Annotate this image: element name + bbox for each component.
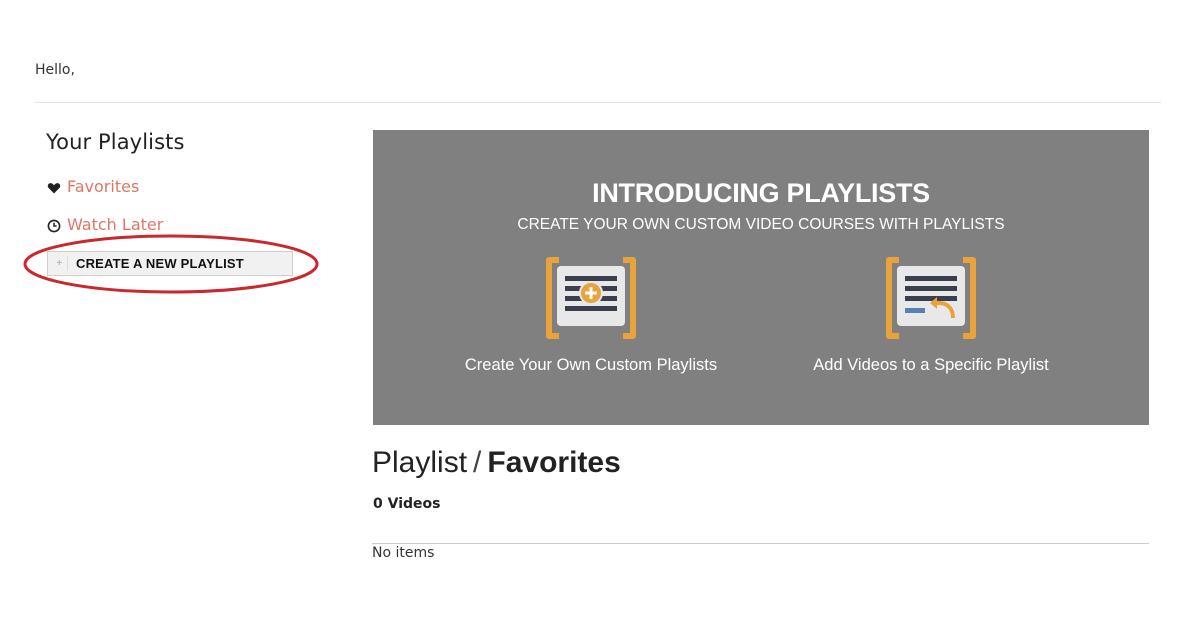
plus-icon: + [52, 256, 68, 271]
feature-create-playlists: Create Your Own Custom Playlists [421, 256, 761, 375]
feature-label: Create Your Own Custom Playlists [464, 356, 718, 374]
clock-icon [47, 218, 61, 232]
sidebar-item-label[interactable]: Watch Later [67, 215, 163, 234]
greeting-text: Hello, [35, 62, 75, 78]
content-divider [372, 543, 1149, 544]
feature-label: Add Videos to a Specific Playlist [813, 356, 1049, 374]
feature-add-videos: Add Videos to a Specific Playlist [761, 256, 1101, 375]
add-to-list-icon [546, 257, 636, 339]
playlists-promo-banner: INTRODUCING PLAYLISTS CREATE YOUR OWN CU… [373, 130, 1149, 425]
heart-icon [47, 180, 61, 194]
sidebar-item-label[interactable]: Favorites [67, 177, 139, 196]
video-count: 0 Videos [373, 496, 441, 512]
banner-subtitle: CREATE YOUR OWN CUSTOM VIDEO COURSES WIT… [517, 216, 1005, 233]
sidebar-item-favorites[interactable]: Favorites [47, 177, 139, 196]
sidebar-title: Your Playlists [46, 130, 185, 154]
return-to-list-icon [886, 257, 976, 339]
playlist-heading-prefix: Playlist [372, 446, 468, 479]
create-playlist-button[interactable]: + CREATE A NEW PLAYLIST [47, 251, 293, 276]
sidebar-item-watch-later[interactable]: Watch Later [47, 215, 163, 234]
empty-state-message: No items [372, 545, 435, 561]
banner-title: INTRODUCING PLAYLISTS [592, 178, 930, 208]
create-playlist-button-label: CREATE A NEW PLAYLIST [76, 256, 244, 271]
playlist-heading-name: Favorites [487, 446, 621, 479]
playlist-heading: Playlist / Favorites [372, 446, 621, 480]
playlist-heading-separator: / [473, 446, 482, 479]
header-divider [35, 102, 1161, 103]
